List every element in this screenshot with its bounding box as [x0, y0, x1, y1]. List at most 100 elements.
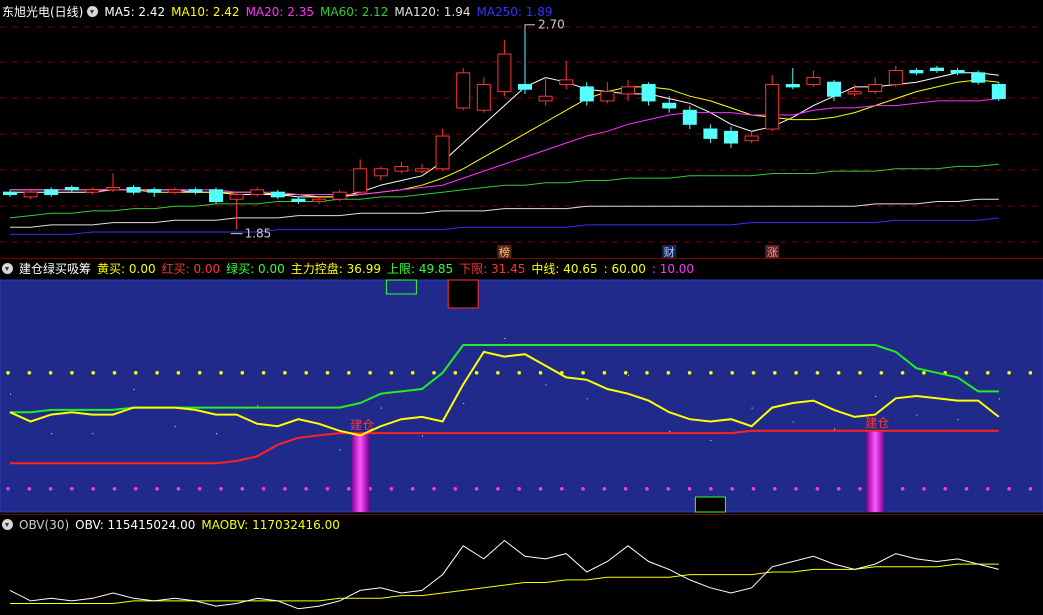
level-low-dot-3 [70, 487, 74, 491]
indicator-panel[interactable]: 建仓 建仓 建仓绿买吸筹 黄买: 0.00 红买: 0.00 绿买: 0.00 主力控盘:… [0, 258, 1043, 514]
indicator-chart[interactable]: 建仓 建仓 [0, 258, 1043, 514]
candle-body-31 [641, 84, 656, 102]
midline-tick-16 [339, 449, 341, 451]
level-high-dot-45 [964, 371, 969, 375]
obv-panel[interactable]: OBV(30) OBV: 115415024.00 MAOBV: 117032416… [0, 514, 1043, 615]
ma-line-5 [10, 217, 999, 235]
level-low-dot-46 [986, 487, 990, 491]
level-low-dot-5 [112, 487, 117, 491]
candle-body-7 [147, 189, 162, 193]
level-low-dot-35 [751, 487, 756, 491]
buy-bar-0 [351, 433, 370, 512]
ma-legend-3: MA60: 2.12 [320, 5, 389, 19]
indicator-field-3: 主力控盘: 36.99 [290, 262, 381, 276]
level-high-dot-17 [368, 371, 372, 375]
midline-tick-48 [998, 398, 1000, 400]
level-high-dot-2 [48, 371, 53, 375]
level-high-dot-0 [6, 371, 10, 375]
level-high-dot-34 [730, 371, 734, 375]
level-high-dot-35 [751, 371, 756, 375]
level-high-dot-47 [1007, 371, 1011, 375]
level-high-dot-10 [219, 371, 223, 375]
midline-tick-36 [751, 407, 753, 409]
level-high-dot-18 [389, 371, 394, 375]
midline-tick-12 [257, 405, 259, 407]
obv-title: OBV(30) [19, 518, 70, 532]
indicator-field-8: : 10.00 [651, 262, 695, 276]
chevron-down-icon[interactable] [87, 6, 99, 17]
candle-body-22 [456, 72, 471, 109]
candlestick-chart[interactable]: 2.701.85榜财涨 [0, 0, 1043, 258]
candle-body-38 [785, 84, 800, 88]
level-high-dot-16 [347, 371, 351, 375]
level-low-dot-12 [261, 487, 266, 491]
level-high-dot-7 [155, 371, 159, 375]
level-high-dot-25 [538, 371, 543, 375]
level-low-dot-19 [410, 487, 415, 491]
midline-tick-26 [545, 384, 547, 386]
main-chart-panel[interactable]: 2.70 1.85 榜财涨 东旭光电(日线) MA5: 2.42 MA10: 2.42 M… [0, 0, 1043, 258]
level-high-dot-43 [922, 371, 926, 375]
indicator-background [0, 279, 1043, 513]
high-pointer [524, 24, 535, 31]
level-low-dot-34 [730, 487, 734, 491]
candle-body-13 [270, 191, 285, 198]
candle-body-36 [744, 135, 759, 142]
indicator-field-5: 下限: 31.45 [459, 262, 526, 276]
indicator-field-4: 上限: 49.85 [386, 262, 454, 276]
level-low-dot-13 [283, 487, 287, 491]
ma-legend-0: MA5: 2.42 [104, 5, 166, 19]
red-box-top [447, 279, 479, 309]
maobv-line [10, 563, 999, 604]
level-low-dot-44 [943, 487, 947, 491]
ma-line-2 [10, 98, 999, 195]
level-low-dot-29 [623, 487, 628, 491]
level-high-dot-46 [986, 371, 990, 375]
level-high-dot-6 [134, 371, 138, 375]
event-marker-2: 涨 [767, 246, 778, 258]
midline-tick-32 [669, 430, 671, 432]
indicator-field-2: 绿买: 0.00 [226, 262, 285, 276]
level-low-dot-39 [836, 487, 841, 491]
candle-body-14 [291, 198, 306, 203]
level-high-dot-30 [645, 371, 649, 375]
ma-line-1 [10, 79, 999, 198]
maobv-value: MAOBV: 117032416.00 [201, 518, 340, 532]
level-high-dot-32 [687, 371, 692, 375]
level-high-dot-3 [70, 371, 74, 375]
midline-tick-20 [422, 435, 423, 437]
level-high-dot-24 [517, 371, 521, 375]
level-low-dot-9 [197, 487, 202, 491]
level-high-dot-5 [112, 371, 117, 375]
candle-body-18 [373, 168, 388, 177]
candle-body-11 [229, 194, 244, 200]
chevron-down-icon[interactable] [2, 263, 13, 274]
level-low-dot-20 [432, 487, 436, 491]
level-low-dot-6 [134, 487, 138, 491]
chevron-down-icon[interactable] [2, 519, 13, 530]
candle-body-27 [559, 79, 574, 86]
level-low-dot-32 [687, 487, 692, 491]
level-low-dot-47 [1007, 487, 1011, 491]
level-high-dot-40 [858, 371, 862, 375]
event-marker-1: 财 [664, 245, 675, 258]
indicator-field-0: 黄买: 0.00 [97, 262, 156, 276]
level-low-dot-2 [48, 487, 53, 491]
level-high-dot-27 [581, 371, 585, 375]
level-high-dot-22 [474, 371, 479, 375]
level-low-dot-0 [6, 487, 10, 491]
buy-bar-1 [866, 430, 885, 512]
midline-tick-10 [216, 433, 217, 435]
indicator-field-7: : 60.00 [603, 262, 646, 276]
level-low-dot-37 [794, 487, 798, 491]
candle-body-8 [167, 189, 182, 193]
level-low-dot-25 [538, 487, 543, 491]
level-high-dot-20 [432, 371, 436, 375]
candle-body-35 [724, 130, 738, 144]
candle-body-1 [23, 191, 38, 198]
ma-legend-2: MA20: 2.35 [245, 5, 314, 19]
candle-body-9 [188, 189, 203, 193]
indicator-field-1: 红买: 0.00 [161, 262, 221, 276]
midline-tick-40 [834, 428, 835, 430]
candle-body-20 [415, 168, 429, 172]
